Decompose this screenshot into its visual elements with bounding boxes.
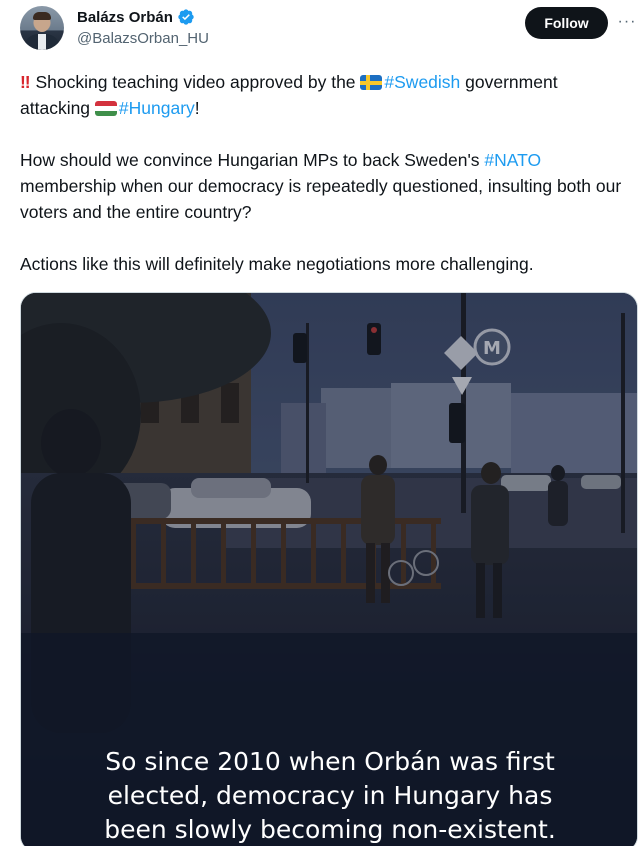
hashtag-swedish-link[interactable]: #Swedish (384, 72, 460, 92)
caption-line: elected, democracy in Hungary has (107, 781, 553, 810)
tweet-body: ‼ Shocking teaching video approved by th… (20, 69, 625, 277)
hungary-flag-icon (94, 101, 117, 116)
author-name-row: Balázs Orbán (77, 8, 195, 26)
avatar-hair (33, 12, 51, 20)
hashtag-hungary-link[interactable]: #Hungary (119, 98, 195, 118)
author-avatar[interactable] (20, 6, 64, 50)
author-handle[interactable]: @BalazsOrban_HU (77, 30, 209, 47)
caption-line: been slowly becoming non-existent. (104, 815, 556, 844)
verified-badge-icon (178, 9, 194, 25)
tweet-paragraph-2: How should we convince Hungarian MPs to … (20, 147, 625, 225)
video-caption: So since 2010 when Orbán was first elect… (21, 745, 637, 846)
author-display-name[interactable]: Balázs Orbán (77, 9, 173, 26)
tweet-text-segment: attacking (20, 98, 95, 118)
avatar-shirt (38, 34, 46, 50)
caption-line: So since 2010 when Orbán was first (105, 747, 555, 776)
double-exclamation-icon: ‼ (20, 72, 31, 92)
follow-button[interactable]: Follow (525, 7, 608, 39)
tweet-paragraph-3: Actions like this will definitely make n… (20, 254, 534, 274)
tweet-text-segment: government (460, 72, 558, 92)
hashtag-nato-link[interactable]: #NATO (484, 150, 541, 170)
tweet-text-segment: ! (194, 98, 200, 118)
tweet-text-segment: membership when our democracy is repeate… (20, 176, 622, 222)
tweet-text-segment: How should we convince Hungarian MPs to … (20, 150, 485, 170)
more-options-icon[interactable]: ··· (616, 10, 638, 34)
sweden-flag-icon (360, 75, 383, 90)
tweet-header: Balázs Orbán @BalazsOrban_HU Follow ··· (0, 0, 642, 60)
video-media[interactable]: M So since 2010 when Orbán was first ele… (20, 292, 638, 846)
tweet-text-segment: Shocking teaching video approved by the (35, 72, 361, 92)
tweet-paragraph-1: ‼ Shocking teaching video approved by th… (20, 69, 625, 121)
